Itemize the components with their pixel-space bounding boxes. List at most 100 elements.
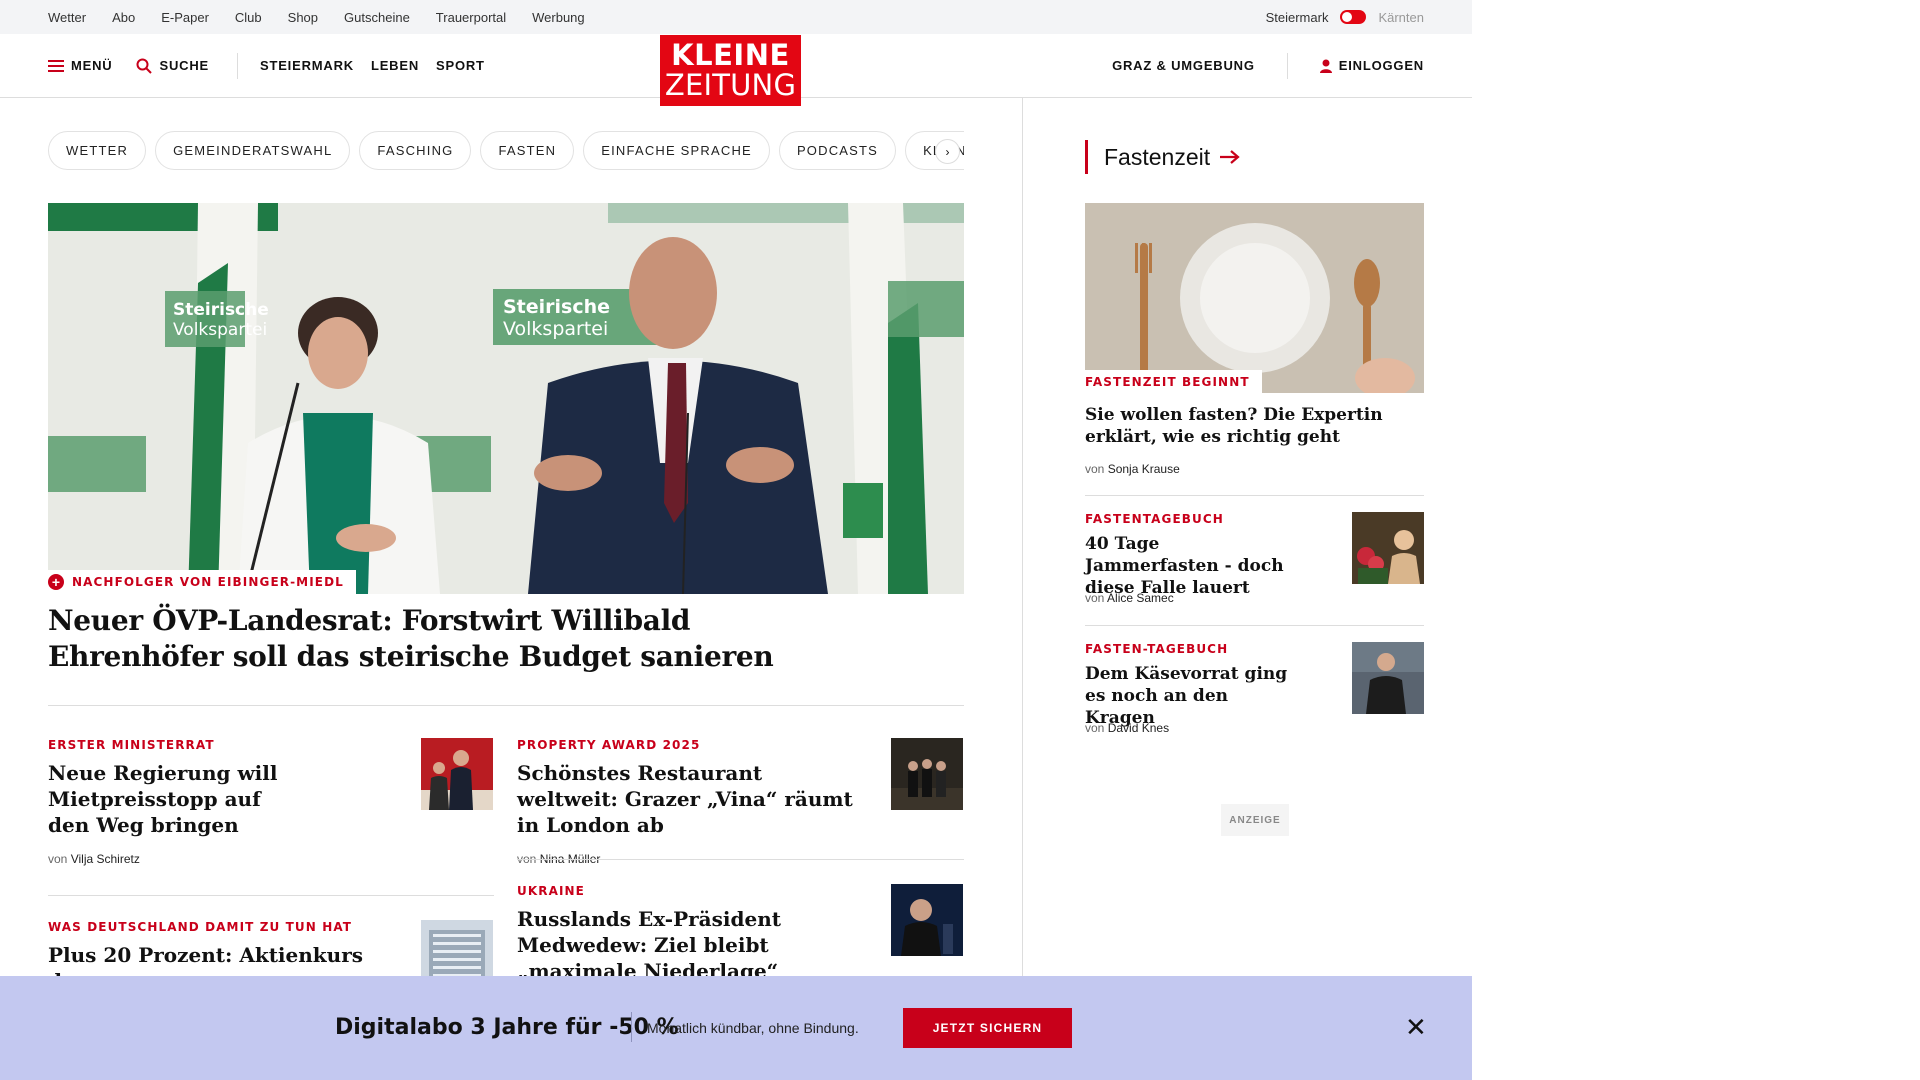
region-kaernten[interactable]: Kärnten — [1378, 10, 1424, 25]
hero-kicker-text: NACHFOLGER VON EIBINGER-MIEDL — [72, 575, 344, 589]
promo-subtext: Monatlich kündbar, ohne Bindung. — [647, 1020, 859, 1036]
promo-divider — [631, 1012, 632, 1042]
teaser-2-kicker: PROPERTY AWARD 2025 — [517, 738, 701, 752]
teaser-4-photo — [891, 884, 963, 956]
teaser-separator-right — [517, 859, 964, 860]
plus-icon: + — [48, 574, 64, 590]
nav-sport[interactable]: SPORT — [436, 58, 485, 73]
teaser-article-2[interactable]: PROPERTY AWARD 2025 Schönstes Restaurant… — [517, 738, 862, 866]
utility-link-abo[interactable]: Abo — [112, 10, 135, 25]
nav-leben[interactable]: LEBEN — [371, 58, 419, 73]
teaser-1-title: Neue Regierung will Mietpreisstopp auf d… — [48, 761, 278, 837]
teaser-1-kicker: ERSTER MINISTERRAT — [48, 738, 215, 752]
utility-link-epaper[interactable]: E-Paper — [161, 10, 209, 25]
tags-scroll-right-button[interactable]: › — [935, 139, 960, 164]
teaser-1-thumbnail[interactable] — [421, 738, 493, 810]
teaser-article-1[interactable]: ERSTER MINISTERRAT Neue Regierung will M… — [48, 738, 298, 866]
teaser-2-title: Schönstes Restaurant weltweit: Grazer „V… — [517, 761, 853, 837]
region-link[interactable]: GRAZ & UMGEBUNG — [1112, 58, 1255, 73]
tag-podcasts[interactable]: PODCASTS — [778, 131, 897, 170]
utility-link-trauerportal[interactable]: Trauerportal — [436, 10, 506, 25]
page-gutter — [1472, 0, 1920, 1080]
sidebar-article-2-author: von Alice Samec — [1085, 591, 1174, 605]
teaser-separator-left — [48, 895, 494, 896]
utility-link-shop[interactable]: Shop — [288, 10, 318, 25]
search-label: SUCHE — [159, 58, 209, 73]
hero-photo: Steirische Volkspartei Steirische Volksp… — [48, 203, 964, 594]
utility-link-werbung[interactable]: Werbung — [532, 10, 585, 25]
utility-link-club[interactable]: Club — [235, 10, 262, 25]
teaser-3-kicker: WAS DEUTSCHLAND DAMIT ZU TUN HAT — [48, 920, 353, 934]
hero-image[interactable]: Steirische Volkspartei Steirische Volksp… — [48, 203, 964, 594]
sidebar-feature-image[interactable] — [1085, 203, 1424, 393]
page: Wetter Abo E-Paper Club Shop Gutscheine … — [0, 0, 1472, 1080]
tag-fasten[interactable]: FASTEN — [480, 131, 575, 170]
sidebar-separator-2 — [1085, 625, 1424, 626]
teaser-4-kicker: UKRAINE — [517, 884, 585, 898]
header-divider — [237, 52, 238, 79]
sidebar-article-3-kicker: FASTEN-TAGEBUCH — [1085, 642, 1229, 656]
sign-center-text-2: Volkspartei — [503, 318, 608, 340]
sidebar-article-2-title[interactable]: 40 Tage Jammerfasten - doch diese Falle … — [1085, 533, 1295, 599]
header-divider-right — [1286, 52, 1288, 79]
utility-links: Wetter Abo E-Paper Club Shop Gutscheine … — [48, 10, 585, 25]
tag-fasching[interactable]: FASCHING — [359, 131, 472, 170]
sign-left-text-1: Steirische — [173, 300, 269, 320]
header-right: GRAZ & UMGEBUNG EINLOGGEN — [1112, 52, 1424, 79]
menu-label: MENÜ — [71, 58, 113, 73]
region-toggle[interactable] — [1340, 10, 1367, 24]
teaser-4-thumbnail[interactable] — [891, 884, 963, 956]
sidebar-article-2-photo — [1352, 512, 1424, 584]
kleine-zeitung-logo[interactable]: KLEINE ZEITUNG — [660, 35, 801, 106]
tag-wetter[interactable]: WETTER — [48, 131, 147, 170]
sidebar-article-2-thumbnail[interactable] — [1352, 512, 1424, 584]
column-divider — [1022, 98, 1023, 1078]
login-button[interactable]: EINLOGGEN — [1319, 58, 1424, 73]
logo-line-1: KLEINE — [671, 38, 790, 72]
teaser-4-title: Russlands Ex-Präsident Medwedew: Ziel bl… — [517, 907, 781, 983]
promo-headline: Digitalabo 3 Jahre für -50 % — [335, 1015, 679, 1040]
close-icon[interactable]: ✕ — [1405, 1014, 1427, 1040]
sidebar-article-3-author: von David Knes — [1085, 721, 1170, 735]
sidebar-feature-kicker-box: FASTENZEIT BEGINNT — [1085, 370, 1262, 394]
tag-einfache-sprache[interactable]: EINFACHE SPRACHE — [583, 131, 770, 170]
search-icon — [136, 58, 153, 74]
chevron-right-icon: › — [945, 144, 950, 159]
tag-gemeinderatswahl[interactable]: GEMEINDERATSWAHL — [155, 131, 351, 170]
sign-left: Steirische Volkspartei — [165, 291, 269, 347]
utility-bar: Wetter Abo E-Paper Club Shop Gutscheine … — [0, 0, 1472, 34]
menu-button[interactable]: MENÜ — [48, 58, 112, 73]
main-nav: STEIERMARK LEBEN SPORT — [260, 58, 485, 73]
region-switch: Steiermark Kärnten — [1266, 10, 1424, 25]
sidebar-feature-title[interactable]: Sie wollen fasten? Die Expertin erklärt,… — [1085, 404, 1385, 448]
utility-link-gutscheine[interactable]: Gutscheine — [344, 10, 410, 25]
hero-headline[interactable]: Neuer ÖVP-Landesrat: Forstwirt Willibald… — [48, 603, 868, 675]
utility-link-wetter[interactable]: Wetter — [48, 10, 86, 25]
teaser-1-photo — [421, 738, 493, 810]
teaser-1-author: von Vilja Schiretz — [48, 852, 140, 866]
arrow-right-icon — [1220, 150, 1240, 164]
hamburger-icon — [48, 59, 64, 72]
sidebar-separator-1 — [1085, 495, 1424, 496]
nav-steiermark[interactable]: STEIERMARK — [260, 58, 354, 73]
plate-photo — [1085, 203, 1424, 393]
sidebar-feature-kicker: FASTENZEIT BEGINNT — [1085, 375, 1250, 389]
search-button[interactable]: SUCHE — [136, 58, 209, 74]
sign-left-text-2: Volkspartei — [173, 320, 267, 340]
hero-kicker: + NACHFOLGER VON EIBINGER-MIEDL — [48, 570, 356, 594]
teaser-2-thumbnail[interactable] — [891, 738, 963, 810]
user-icon — [1319, 59, 1332, 73]
hero-separator — [48, 705, 964, 706]
sign-center-text-1: Steirische — [503, 296, 610, 318]
sidebar-article-3-thumbnail[interactable] — [1352, 642, 1424, 714]
sidebar-heading[interactable]: Fastenzeit — [1085, 140, 1240, 174]
region-steiermark[interactable]: Steiermark — [1266, 10, 1329, 25]
login-label: EINLOGGEN — [1338, 58, 1424, 73]
sidebar-heading-text: Fastenzeit — [1104, 143, 1211, 170]
sidebar-article-2-kicker: FASTENTAGEBUCH — [1085, 512, 1224, 526]
sidebar-article-3-photo — [1352, 642, 1424, 714]
promo-cta-button[interactable]: JETZT SICHERN — [903, 1008, 1072, 1048]
teaser-2-photo — [891, 738, 963, 810]
sidebar-article-3-title[interactable]: Dem Käsevorrat ging es noch an den Krage… — [1085, 663, 1295, 729]
teaser-article-4[interactable]: UKRAINE Russlands Ex-Präsident Medwedew:… — [517, 884, 817, 984]
